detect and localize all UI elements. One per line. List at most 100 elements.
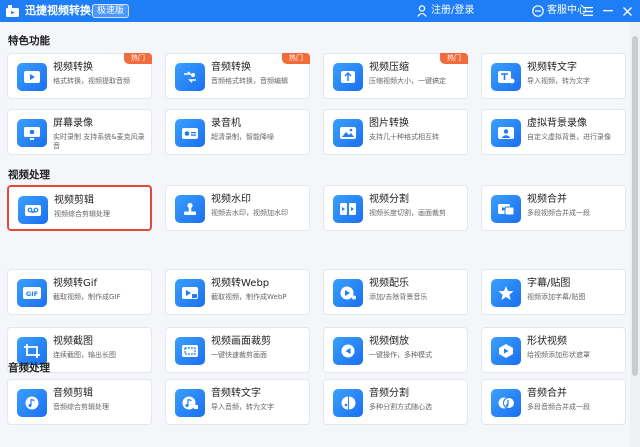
- watermark-icon: [175, 195, 205, 223]
- card-desc: 导入视频，转为文字: [527, 77, 590, 85]
- card-video-to-text[interactable]: 视频转文字 导入视频，转为文字: [481, 53, 626, 99]
- card-title: 视频倒放: [369, 336, 409, 347]
- card-desc: 视频去水印，视频加水印: [211, 209, 288, 217]
- card-subtitle-sticker[interactable]: 字幕/贴图 视频添加字幕/贴图: [481, 269, 626, 315]
- screen-record-icon: [17, 119, 47, 147]
- card-video-compress[interactable]: 视频压缩 压缩视频大小，一键搞定 热门: [323, 53, 468, 99]
- card-desc: 多种分割方式随心选: [369, 403, 432, 411]
- card-title: 图片转换: [369, 118, 409, 129]
- card-desc: 格式转换，视频提取音频: [53, 77, 130, 85]
- card-desc: 截取视频，制作成GIF: [53, 293, 121, 301]
- card-video-to-webp[interactable]: 视频转Webp 截取视频，制作成WebP: [165, 269, 310, 315]
- audio-merge-icon: [491, 389, 521, 417]
- app-title: 迅捷视频转换器: [25, 4, 102, 17]
- card-title: 视频水印: [211, 194, 251, 205]
- card-audio-to-text[interactable]: 音频转文字 导入音频，转为文字: [165, 379, 310, 425]
- video-music-icon: [333, 279, 363, 307]
- card-desc: 截取视频，制作成WebP: [211, 293, 287, 301]
- card-desc: 给视频添加形状遮罩: [527, 351, 590, 359]
- video-convert-icon: [17, 63, 47, 91]
- gif-icon: GIF: [17, 279, 47, 307]
- reverse-icon: [333, 337, 363, 365]
- audio-split-icon: [333, 389, 363, 417]
- card-video-merge[interactable]: 视频合并 多段视频合并成一段: [481, 185, 626, 231]
- card-desc: 音频格式转换，音频编辑: [211, 77, 288, 85]
- card-watermark[interactable]: 视频水印 视频去水印，视频加水印: [165, 185, 310, 231]
- card-title: 虚拟背景录像: [527, 118, 587, 129]
- section-title-audio: 音频处理: [8, 362, 50, 374]
- hot-badge: 热门: [282, 53, 310, 64]
- card-title: 音频合并: [527, 388, 567, 399]
- webp-icon: [175, 279, 205, 307]
- card-desc: 实时录制 支持系统&麦克风录音: [53, 133, 145, 150]
- card-video-music[interactable]: 视频配乐 添加/去除背景音乐: [323, 269, 468, 315]
- card-title: 录音机: [211, 118, 241, 129]
- card-desc: 音频综合剪辑处理: [53, 403, 109, 411]
- card-audio-edit[interactable]: 音频剪辑 音频综合剪辑处理: [7, 379, 152, 425]
- card-desc: 超清录制，智能降噪: [211, 133, 274, 141]
- card-screen-record[interactable]: 屏幕录像 实时录制 支持系统&麦克风录音: [7, 109, 152, 155]
- card-desc: 多段视频合并成一段: [527, 209, 590, 217]
- card-desc: 压缩视频大小，一键搞定: [369, 77, 446, 85]
- audio-convert-icon: [175, 63, 205, 91]
- card-audio-convert[interactable]: 音频转换 音频格式转换，音频编辑 热门: [165, 53, 310, 99]
- card-desc: 连续截图，输出长图: [53, 351, 116, 359]
- card-title: 视频分割: [369, 194, 409, 205]
- user-icon: [417, 5, 427, 17]
- card-desc: 自定义虚拟背景，进行录像: [527, 133, 611, 141]
- service-center-button[interactable]: 客服中心: [532, 4, 587, 18]
- svg-text:GIF: GIF: [26, 290, 38, 298]
- card-recorder[interactable]: 录音机 超清录制，智能降噪: [165, 109, 310, 155]
- card-title: 形状视频: [527, 336, 567, 347]
- card-title: 音频分割: [369, 388, 409, 399]
- card-desc: 视频长度切割，画面裁剪: [369, 209, 446, 217]
- card-video-edit[interactable]: 视频剪辑 视频综合剪辑处理: [7, 185, 152, 231]
- audio-edit-icon: [17, 389, 47, 417]
- card-title: 视频转文字: [527, 62, 577, 73]
- card-video-split[interactable]: 视频分割 视频长度切割，画面裁剪: [323, 185, 468, 231]
- video-edit-icon: [18, 196, 48, 224]
- edition-badge: 极速版: [92, 4, 130, 18]
- card-title: 视频剪辑: [54, 195, 94, 206]
- menu-icon: [583, 6, 593, 16]
- card-video-convert[interactable]: 视频转换 格式转换，视频提取音频 热门: [7, 53, 152, 99]
- card-title: 视频转Webp: [211, 278, 270, 289]
- video-split-icon: [333, 195, 363, 223]
- video-merge-icon: [491, 195, 521, 223]
- card-desc: 导入音频，转为文字: [211, 403, 274, 411]
- card-title: 视频合并: [527, 194, 567, 205]
- card-title: 视频压缩: [369, 62, 409, 73]
- card-image-convert[interactable]: 图片转换 支持几十种格式相互转: [323, 109, 468, 155]
- audio-to-text-icon: [175, 389, 205, 417]
- headset-icon: [532, 5, 544, 17]
- app-logo-icon: [6, 5, 19, 17]
- card-shape-video[interactable]: 形状视频 给视频添加形状遮罩: [481, 327, 626, 373]
- close-button[interactable]: [620, 4, 634, 18]
- scrollbar[interactable]: [630, 22, 640, 447]
- login-label: 注册/登录: [431, 5, 475, 16]
- card-title: 视频转换: [53, 62, 93, 73]
- login-button[interactable]: 注册/登录: [417, 4, 474, 18]
- minimize-icon: [603, 10, 613, 12]
- card-desc: 视频添加字幕/贴图: [527, 293, 586, 301]
- scroll-thumb[interactable]: [632, 36, 638, 376]
- section-title-video: 视频处理: [8, 169, 50, 181]
- subtitle-icon: [491, 279, 521, 307]
- close-icon: [622, 6, 632, 16]
- card-audio-split[interactable]: 音频分割 多种分割方式随心选: [323, 379, 468, 425]
- card-video-crop[interactable]: 视频画面裁剪 一键快速裁剪画面: [165, 327, 310, 373]
- crop-icon: [175, 337, 205, 365]
- card-title: 音频转文字: [211, 388, 261, 399]
- section-title-featured: 特色功能: [8, 35, 50, 47]
- card-audio-merge[interactable]: 音频合并 多段音频合并成一段: [481, 379, 626, 425]
- video-to-text-icon: [491, 63, 521, 91]
- card-title: 音频剪辑: [53, 388, 93, 399]
- card-desc: 添加/去除背景音乐: [369, 293, 428, 301]
- card-video-reverse[interactable]: 视频倒放 一键操作，多种模式: [323, 327, 468, 373]
- minimize-button[interactable]: [601, 4, 615, 18]
- card-video-to-gif[interactable]: GIF 视频转Gif 截取视频，制作成GIF: [7, 269, 152, 315]
- main-content: 特色功能 视频转换 格式转换，视频提取音频 热门 音频转换 音频格式转换，音频编…: [0, 22, 630, 447]
- menu-button[interactable]: [581, 4, 595, 18]
- card-virtual-background[interactable]: 虚拟背景录像 自定义虚拟背景，进行录像: [481, 109, 626, 155]
- card-title: 视频配乐: [369, 278, 409, 289]
